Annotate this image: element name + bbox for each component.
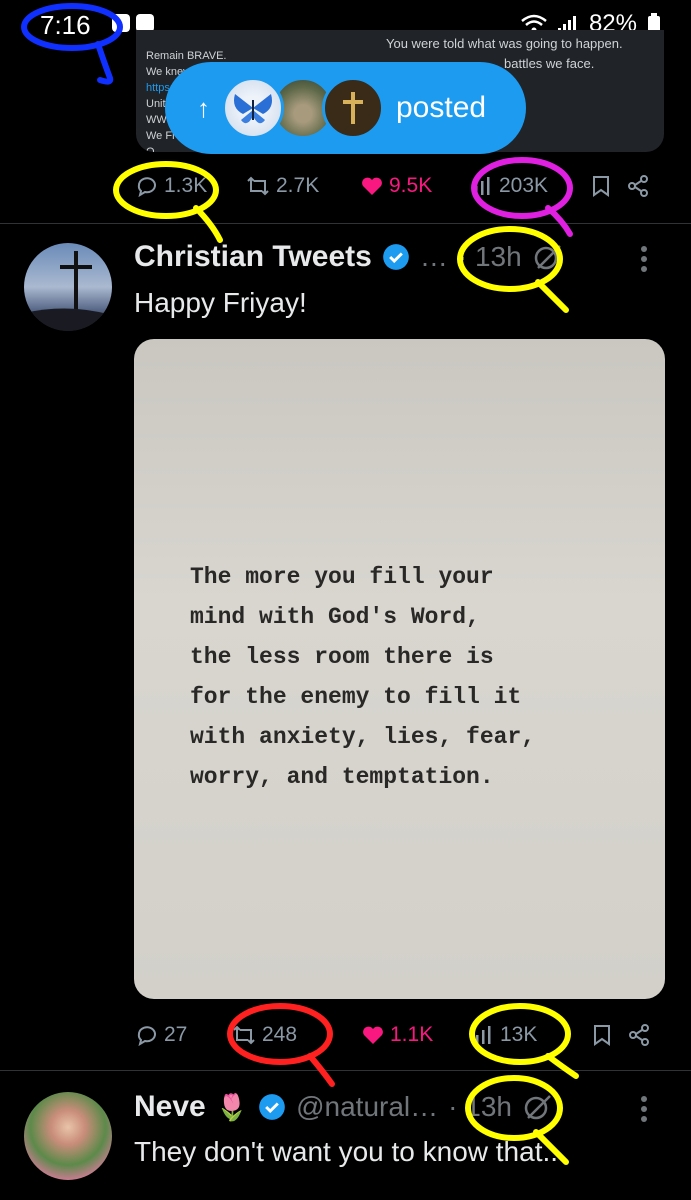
status-time: 7:16 <box>40 10 91 40</box>
reply-button[interactable]: 27 <box>136 1023 232 1047</box>
verified-badge-icon <box>259 1094 285 1120</box>
tweet1-header: Christian Tweets … · 13h <box>134 240 564 274</box>
reply-icon <box>137 1026 156 1046</box>
tweet-text: They don't want you to know that... <box>134 1136 566 1167</box>
annotation-tail-views <box>545 205 573 237</box>
post-time[interactable]: · 13h <box>458 241 522 273</box>
posted-label: posted <box>396 91 487 124</box>
more-dots-icon <box>641 1096 647 1122</box>
like-button[interactable]: 1.1K <box>362 1023 474 1047</box>
handle-ellipsis: … <box>419 241 448 272</box>
arrow-up-icon: ↑ <box>197 92 210 123</box>
bookmark-icon[interactable] <box>592 1024 612 1046</box>
verified-badge-icon <box>383 244 409 270</box>
new-posts-pill[interactable]: ↑ posted <box>165 62 526 154</box>
heart-icon <box>363 1026 383 1044</box>
retweet-count: 2.7K <box>276 174 320 197</box>
tweet0-action-bar: 1.3K 2.7K 9.5K 203K <box>136 174 656 198</box>
handle[interactable]: @natural… <box>296 1091 438 1123</box>
divider <box>0 223 691 224</box>
display-name[interactable]: Neve <box>134 1090 206 1124</box>
image-quote-text: The more you fill your mind with God's W… <box>190 564 536 790</box>
retweet-icon <box>233 1025 255 1045</box>
reply-count: 27 <box>164 1023 188 1046</box>
cross-icon <box>343 92 363 124</box>
view-count: 203K <box>499 174 549 197</box>
neve-avatar[interactable] <box>24 1092 112 1180</box>
views-button[interactable]: 13K <box>474 1023 586 1047</box>
more-options-button[interactable] <box>640 244 656 281</box>
grok-icon[interactable] <box>532 241 564 273</box>
display-name[interactable]: Christian Tweets <box>134 240 372 274</box>
bookmark-icon[interactable] <box>591 175 611 197</box>
like-count: 1.1K <box>390 1023 434 1046</box>
christian-tweets-avatar[interactable] <box>24 243 112 331</box>
view-count: 13K <box>500 1023 538 1046</box>
views-button[interactable]: 203K <box>473 174 585 198</box>
heart-icon <box>362 177 382 195</box>
divider <box>0 1070 691 1071</box>
reply-icon <box>137 177 156 197</box>
app-notification-icon <box>112 14 130 32</box>
like-count: 9.5K <box>389 174 433 197</box>
grok-icon[interactable] <box>522 1091 554 1123</box>
annotation-tail-time <box>95 41 114 85</box>
tweet1-action-bar: 27 248 1.1K 13K <box>136 1023 656 1047</box>
reply-count: 1.3K <box>164 174 208 197</box>
pill-avatars <box>222 77 384 139</box>
share-icon[interactable] <box>628 1024 650 1046</box>
share-icon[interactable] <box>627 175 649 197</box>
tweet2-header: Neve 🌷 @natural… · 13h <box>134 1090 554 1124</box>
post-time[interactable]: · 13h <box>448 1091 512 1123</box>
like-button[interactable]: 9.5K <box>361 174 473 198</box>
annotation-tail-time1 <box>535 279 569 313</box>
retweet-count: 248 <box>262 1023 298 1046</box>
tweet-text: Happy Friyay! <box>134 287 307 318</box>
retweet-button[interactable]: 248 <box>232 1023 362 1047</box>
tweet-image[interactable]: The more you fill your mind with God's W… <box>134 339 665 999</box>
butterfly-avatar <box>222 77 284 139</box>
annotation-tail-views1 <box>545 1053 579 1079</box>
more-dots-icon <box>641 246 647 272</box>
retweet-icon <box>247 176 269 196</box>
reply-button[interactable]: 1.3K <box>136 174 246 198</box>
cross-avatar <box>322 77 384 139</box>
tulip-emoji: 🌷 <box>215 1091 249 1122</box>
cross-silhouette-icon <box>24 251 112 331</box>
views-icon <box>476 1026 491 1044</box>
retweet-button[interactable]: 2.7K <box>246 174 361 198</box>
butterfly-icon <box>234 94 272 124</box>
more-options-button[interactable] <box>640 1094 656 1131</box>
views-icon <box>475 177 490 195</box>
annotation-tail-replies <box>193 205 223 243</box>
